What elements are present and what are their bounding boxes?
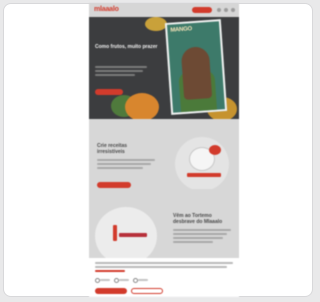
text-line [173, 229, 231, 231]
recipes-button[interactable] [97, 182, 131, 188]
menu-icon[interactable] [231, 8, 235, 12]
cookie-text-line [95, 266, 227, 268]
dessert-title: Vêm ao Tortemo desbrave do Mlaaalo [173, 213, 223, 225]
hero-cta-button[interactable] [95, 89, 123, 95]
hero-banner: Como frutos, muito prazer MANGO [89, 17, 239, 119]
hero-text-line [95, 74, 135, 76]
magazine-title: MANGO [170, 26, 193, 34]
text-line [173, 233, 227, 235]
web-page: mlaaalo Como frutos, muito prazer MANGO … [89, 3, 239, 297]
reject-cookies-button[interactable] [131, 288, 163, 294]
accept-cookies-button[interactable] [95, 288, 127, 294]
cookie-text-line [95, 262, 233, 264]
recipes-section: Crie receitas irresistíveis [89, 119, 239, 191]
radio-label [138, 279, 148, 281]
santa-hat-icon [209, 145, 221, 155]
site-header: mlaaalo [89, 3, 239, 17]
radio-label [100, 279, 110, 281]
dessert-logo-mark [113, 225, 117, 241]
text-line [173, 237, 223, 239]
mascot-logo [187, 173, 221, 177]
dessert-section: Vêm ao Tortemo desbrave do Mlaaalo [89, 189, 239, 265]
hero-title: Como frutos, muito prazer [95, 44, 158, 50]
text-line [97, 163, 151, 165]
header-cta-button[interactable] [192, 7, 212, 13]
hero-text-line [95, 66, 147, 68]
dessert-logo-text [119, 233, 147, 237]
cookie-consent-banner [89, 258, 239, 297]
mango-image [145, 17, 167, 31]
mango-image [125, 93, 159, 119]
cookie-policy-link[interactable] [95, 270, 125, 272]
text-line [173, 241, 213, 243]
text-line [97, 159, 155, 161]
user-icon[interactable] [224, 8, 228, 12]
search-icon[interactable] [217, 8, 221, 12]
radio-label [119, 279, 129, 281]
site-logo[interactable]: mlaaalo [94, 6, 119, 13]
recipes-title: Crie receitas irresistíveis [97, 143, 128, 155]
magazine-cover[interactable]: MANGO [164, 19, 228, 115]
hero-text-line [95, 70, 143, 72]
text-line [97, 167, 143, 169]
magazine-person [180, 46, 213, 100]
